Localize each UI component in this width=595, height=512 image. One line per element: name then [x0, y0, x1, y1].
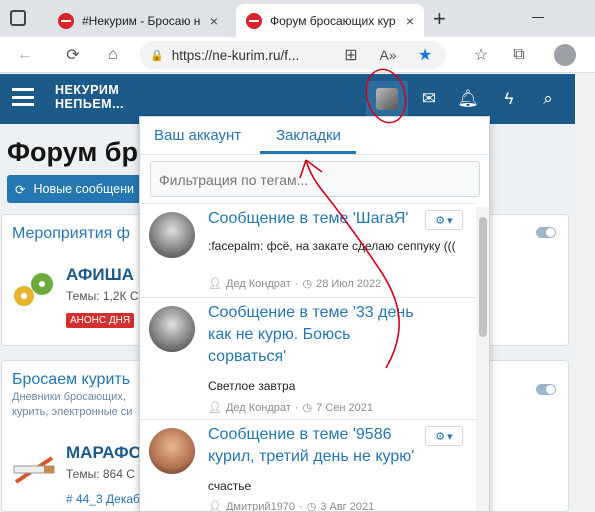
bookmark-date[interactable]: 3 Авг 2021	[320, 501, 374, 512]
avatar[interactable]	[149, 212, 195, 258]
active-tab-indicator	[260, 151, 356, 154]
block-header-quit[interactable]: Бросаем курить	[12, 371, 130, 389]
user-icon: 👤︎	[208, 278, 222, 290]
account-dropdown: Ваш аккаунт Закладки Фильтрация по тегам…	[139, 116, 490, 512]
bookmark-title[interactable]: Сообщение в теме '33 день как не курю. Б…	[208, 302, 426, 368]
site-logo[interactable]: НЕКУРИМ НЕПЬЕМ...	[55, 83, 124, 111]
bookmark-item[interactable]: Сообщение в теме '9586 курил, третий ден…	[140, 419, 476, 512]
browser-tab-2[interactable]: Форум бросающих кур ×	[236, 4, 424, 37]
tab-1-title: #Некурим - Бросаю н	[82, 13, 201, 28]
bookmark-author[interactable]: Дед Кондрат	[226, 278, 291, 290]
gears-icon	[12, 270, 56, 310]
bookmark-options-button[interactable]: ⚙ ▾	[425, 426, 463, 446]
site-favicon-icon	[58, 12, 74, 29]
bookmark-excerpt: счастье	[208, 479, 252, 493]
minimize-icon[interactable]	[532, 17, 544, 18]
site-favicon-icon	[246, 12, 262, 29]
bookmark-author[interactable]: Дед Кондрат	[226, 402, 291, 414]
clock-icon: ◷	[302, 402, 313, 414]
separator: ·	[294, 277, 299, 290]
bookmark-meta: 👤︎ Дед Кондрат · ◷ 28 Июл 2022	[208, 277, 381, 291]
refresh-icon[interactable]: ⟳	[62, 44, 84, 66]
browser-tab-1[interactable]: #Некурим - Бросаю н ×	[48, 4, 228, 37]
collapse-toggle[interactable]	[536, 384, 556, 395]
bookmark-item[interactable]: Сообщение в теме 'ШагаЯ' ⚙ ▾ :facepalm: ф…	[140, 203, 476, 297]
separator: ·	[294, 401, 299, 414]
block-description-1: Дневники бросающих,	[12, 391, 126, 403]
chevron-down-icon: ▾	[447, 430, 453, 443]
forum-title-marathon[interactable]: МАРАФО	[66, 443, 142, 463]
forum-title-afisha[interactable]: АФИША	[66, 265, 134, 285]
bookmark-title[interactable]: Сообщение в теме '9586 курил, третий ден…	[208, 424, 426, 468]
logo-line-2: НЕПЬЕМ...	[55, 97, 125, 111]
forum-stats: Темы: 864 С	[66, 467, 135, 481]
page-title: Форум бр	[7, 137, 138, 167]
lightning-icon[interactable]: ϟ	[496, 87, 522, 111]
chevron-down-icon: ▾	[447, 214, 453, 227]
new-posts-label: Новые сообщени	[33, 182, 134, 196]
profile-icon[interactable]	[554, 44, 576, 66]
address-bar[interactable]: 🔒 https://ne-kurim.ru/f...	[140, 41, 446, 69]
clock-icon: ◷	[302, 278, 313, 290]
avatar[interactable]	[149, 306, 195, 352]
close-icon[interactable]: ×	[406, 13, 414, 29]
url-text: https://ne-kurim.ru/f...	[171, 47, 300, 63]
search-icon[interactable]: ⌕	[535, 87, 561, 111]
separator: ·	[299, 500, 303, 512]
tab-2-title: Форум бросающих кур	[270, 13, 396, 28]
read-aloud-icon[interactable]: A»	[377, 44, 399, 66]
tab-actions-icon[interactable]	[10, 10, 26, 26]
close-icon[interactable]: ×	[210, 13, 218, 29]
forum-stats: Темы: 1,2К С	[66, 289, 139, 303]
bookmark-meta: 👤︎ Дмитрий1970 · ◷ 3 Авг 2021	[208, 500, 374, 512]
user-icon: 👤︎	[208, 501, 222, 512]
block-description-2: курить, электронные си	[12, 406, 133, 418]
avatar[interactable]	[149, 428, 195, 474]
status-badge[interactable]: АНОНС ДНЯ	[66, 313, 135, 328]
dropdown-scroll-thumb[interactable]	[479, 217, 487, 337]
bell-icon[interactable]: 🔔︎	[455, 87, 481, 111]
page-scrollbar[interactable]	[575, 74, 595, 512]
tag-line[interactable]: # 44_3 Декаб	[66, 492, 140, 506]
block-header-events[interactable]: Мероприятия ф	[12, 225, 130, 243]
tab-your-account[interactable]: Ваш аккаунт	[154, 127, 241, 144]
dropdown-tabs: Ваш аккаунт Закладки	[140, 117, 489, 155]
bookmark-excerpt: Светлое завтра	[208, 379, 296, 393]
account-avatar-button[interactable]	[366, 81, 408, 117]
new-tab-icon[interactable]: +	[433, 6, 446, 32]
user-avatar	[376, 88, 398, 110]
gear-icon: ⚙	[435, 214, 446, 227]
hamburger-menu-icon[interactable]	[12, 88, 34, 106]
apps-icon[interactable]: ⊞	[340, 44, 362, 66]
bookmark-date[interactable]: 7 Сен 2021	[316, 402, 373, 414]
refresh-icon: ⟳	[15, 182, 26, 197]
user-icon: 👤︎	[208, 402, 222, 414]
mail-icon[interactable]: ✉	[416, 87, 442, 111]
lock-icon: 🔒	[150, 49, 164, 62]
back-icon[interactable]: ←	[14, 44, 36, 66]
tab-bookmarks[interactable]: Закладки	[276, 127, 341, 144]
bookmark-meta: 👤︎ Дед Кондрат · ◷ 7 Сен 2021	[208, 401, 373, 415]
cigarette-ban-icon	[12, 452, 56, 488]
collapse-toggle[interactable]	[536, 227, 556, 238]
gear-icon: ⚙	[435, 430, 446, 443]
bookmark-excerpt: :facepalm: фсё, на закате сделаю сеппуку…	[208, 239, 456, 253]
bookmark-title[interactable]: Сообщение в теме 'ШагаЯ'	[208, 208, 426, 230]
favorites-icon[interactable]: ☆	[470, 44, 492, 66]
clock-icon: ◷	[306, 501, 317, 512]
bookmark-date[interactable]: 28 Июл 2022	[316, 278, 381, 290]
bookmark-author[interactable]: Дмитрий1970	[226, 501, 295, 512]
tag-filter-input[interactable]: Фильтрация по тегам...	[150, 161, 480, 197]
favorite-star-icon[interactable]: ★	[414, 44, 436, 66]
home-icon[interactable]: ⌂	[102, 44, 124, 66]
logo-line-1: НЕКУРИМ	[55, 83, 120, 97]
bookmark-item[interactable]: Сообщение в теме '33 день как не курю. Б…	[140, 297, 476, 419]
collections-icon[interactable]: ⧉	[508, 44, 530, 66]
bookmark-options-button[interactable]: ⚙ ▾	[425, 210, 463, 230]
